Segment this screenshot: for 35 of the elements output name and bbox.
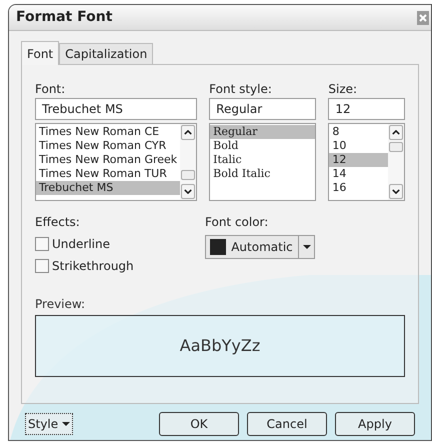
font-color-dropdown[interactable]: Automatic (205, 235, 315, 259)
preview-text: AaBbYyZz (180, 335, 260, 357)
checkbox-label: Underline (52, 236, 110, 253)
list-item[interactable]: 14 (329, 167, 388, 181)
effects-label: Effects: (35, 214, 81, 231)
preview-label: Preview: (35, 296, 86, 313)
cancel-button[interactable]: Cancel (247, 412, 327, 436)
list-item[interactable]: 12 (329, 153, 388, 167)
list-item[interactable]: 16 (329, 181, 388, 195)
checkbox-label: Strikethrough (52, 258, 134, 275)
font-field[interactable]: Trebuchet MS (35, 98, 198, 120)
list-item[interactable]: Italic (210, 153, 316, 167)
list-item[interactable]: Regular (210, 125, 316, 139)
window-title: Format Font (16, 8, 112, 27)
list-item[interactable]: Times New Roman CE (36, 125, 180, 139)
list-item[interactable]: 10 (329, 139, 388, 153)
list-item[interactable]: 8 (329, 125, 388, 139)
list-item[interactable]: Times New Roman Greek (36, 153, 180, 167)
font-color-label: Font color: (205, 214, 270, 231)
style-button[interactable]: Style (25, 413, 74, 435)
font-style-field[interactable]: Regular (209, 98, 316, 120)
tab[interactable]: Font (21, 41, 60, 65)
ok-button[interactable]: OK (159, 412, 239, 436)
apply-button[interactable]: Apply (335, 412, 415, 436)
size-field[interactable]: 12 (328, 98, 405, 120)
font-color-value: Automatic (230, 239, 294, 256)
tab[interactable]: Capitalization (59, 43, 154, 64)
list-item[interactable]: Times New Roman CYR (36, 139, 180, 153)
list-item[interactable]: Times New Roman TUR (36, 167, 180, 181)
font-label: Font: (35, 81, 66, 96)
font-style-label: Font style: (209, 81, 273, 96)
list-item[interactable]: Bold Italic (210, 167, 316, 181)
list-item[interactable]: Trebuchet MS (36, 181, 180, 195)
list-item[interactable]: Bold (210, 139, 316, 153)
size-label: Size: (328, 81, 358, 96)
